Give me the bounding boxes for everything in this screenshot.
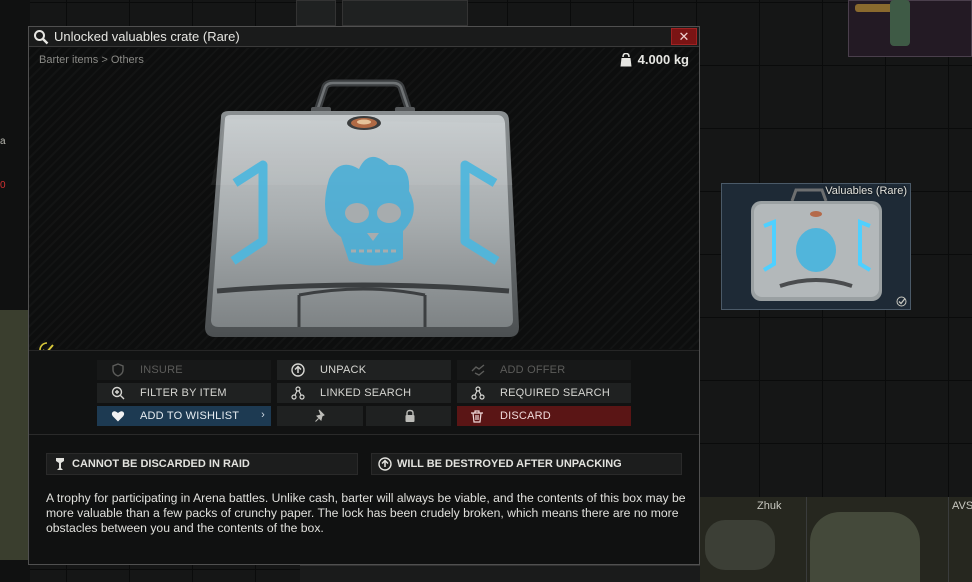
required-search-button[interactable]: REQUIRED SEARCH: [457, 383, 631, 403]
close-button[interactable]: ✕: [671, 28, 697, 45]
unpack-icon: [291, 363, 305, 377]
breadcrumb[interactable]: Barter items > Others: [39, 54, 144, 66]
unpack-icon: [378, 457, 392, 471]
armor-item[interactable]: [810, 512, 920, 582]
lock-button[interactable]: [366, 406, 451, 426]
add-to-wishlist-label: ADD TO WISHLIST: [140, 410, 240, 422]
tool-body: [890, 0, 910, 46]
unpack-label: UNPACK: [320, 364, 367, 376]
unpack-button[interactable]: UNPACK: [277, 360, 451, 380]
destroyed-label: WILL BE DESTROYED AFTER UNPACKING: [397, 458, 622, 470]
filter-by-item-label: FILTER BY ITEM: [140, 387, 227, 399]
slot-label-zhuk: Zhuk: [757, 500, 782, 512]
filter-by-item-button[interactable]: FILTER BY ITEM: [97, 383, 271, 403]
edge-counter: 0: [0, 180, 6, 191]
insure-button[interactable]: INSURE: [97, 360, 271, 380]
linked-search-label: LINKED SEARCH: [320, 387, 412, 399]
magnifier-icon: [34, 30, 49, 45]
slot-label-avs: AVS: [952, 500, 972, 512]
stash-screen: a 0 Valuables (Rare) Zhuk AVS Unlocked v…: [0, 0, 972, 582]
item-description: A trophy for participating in Arena batt…: [46, 491, 686, 535]
valuables-crate-item[interactable]: Valuables (Rare): [721, 183, 911, 310]
discard-label: DISCARD: [500, 410, 551, 422]
handshake-icon: [471, 364, 485, 376]
item-preview[interactable]: Barter items > Others 4.000 kg: [29, 48, 699, 358]
linked-nodes-icon: [471, 386, 485, 400]
lock-icon: [405, 409, 414, 422]
no-discard-label: CANNOT BE DISCARDED IN RAID: [72, 458, 250, 470]
bottom-slot-strip: [300, 565, 700, 582]
gear-item[interactable]: [705, 520, 775, 570]
item-inspect-window[interactable]: Unlocked valuables crate (Rare) ✕ Barter…: [28, 26, 700, 565]
item-weight: 4.000 kg: [620, 52, 689, 67]
item-properties: CANNOT BE DISCARDED IN RAID WILL BE DEST…: [29, 434, 699, 564]
add-offer-label: ADD OFFER: [500, 364, 566, 376]
top-slots: [296, 0, 496, 26]
add-offer-button[interactable]: ADD OFFER: [457, 360, 631, 380]
pin-button[interactable]: [277, 406, 363, 426]
destroyed-property: WILL BE DESTROYED AFTER UNPACKING: [371, 453, 682, 475]
discard-icon: [471, 410, 483, 423]
kettlebell-icon: [620, 52, 632, 66]
insure-label: INSURE: [140, 364, 183, 376]
add-to-wishlist-button[interactable]: ADD TO WISHLIST ›: [97, 406, 271, 426]
edge-label: a: [0, 136, 6, 147]
required-search-label: REQUIRED SEARCH: [500, 387, 610, 399]
chevron-right-icon: ›: [261, 409, 265, 421]
zoom-in-icon: [111, 386, 125, 400]
vest-item[interactable]: [0, 310, 28, 560]
no-discard-property: CANNOT BE DISCARDED IN RAID: [46, 453, 358, 475]
crate-thumbnail: [751, 188, 882, 301]
crate-render[interactable]: [199, 65, 529, 350]
linked-search-button[interactable]: LINKED SEARCH: [277, 383, 451, 403]
weight-value: 4.000 kg: [637, 52, 689, 67]
pin-icon: [315, 409, 325, 422]
linked-nodes-icon: [291, 386, 305, 400]
no-discard-icon: [56, 458, 64, 470]
shield-icon: [112, 363, 124, 377]
found-in-raid-icon: [896, 296, 907, 307]
heart-icon: [111, 411, 125, 422]
tool-handle: [855, 4, 895, 12]
action-panel: INSURE UNPACK ADD OFFER FILTER BY ITEM L…: [29, 350, 699, 434]
item-name-label: Valuables (Rare): [825, 185, 907, 197]
window-title: Unlocked valuables crate (Rare): [54, 29, 240, 44]
window-titlebar[interactable]: Unlocked valuables crate (Rare) ✕: [29, 27, 699, 47]
discard-button[interactable]: DISCARD: [457, 406, 631, 426]
